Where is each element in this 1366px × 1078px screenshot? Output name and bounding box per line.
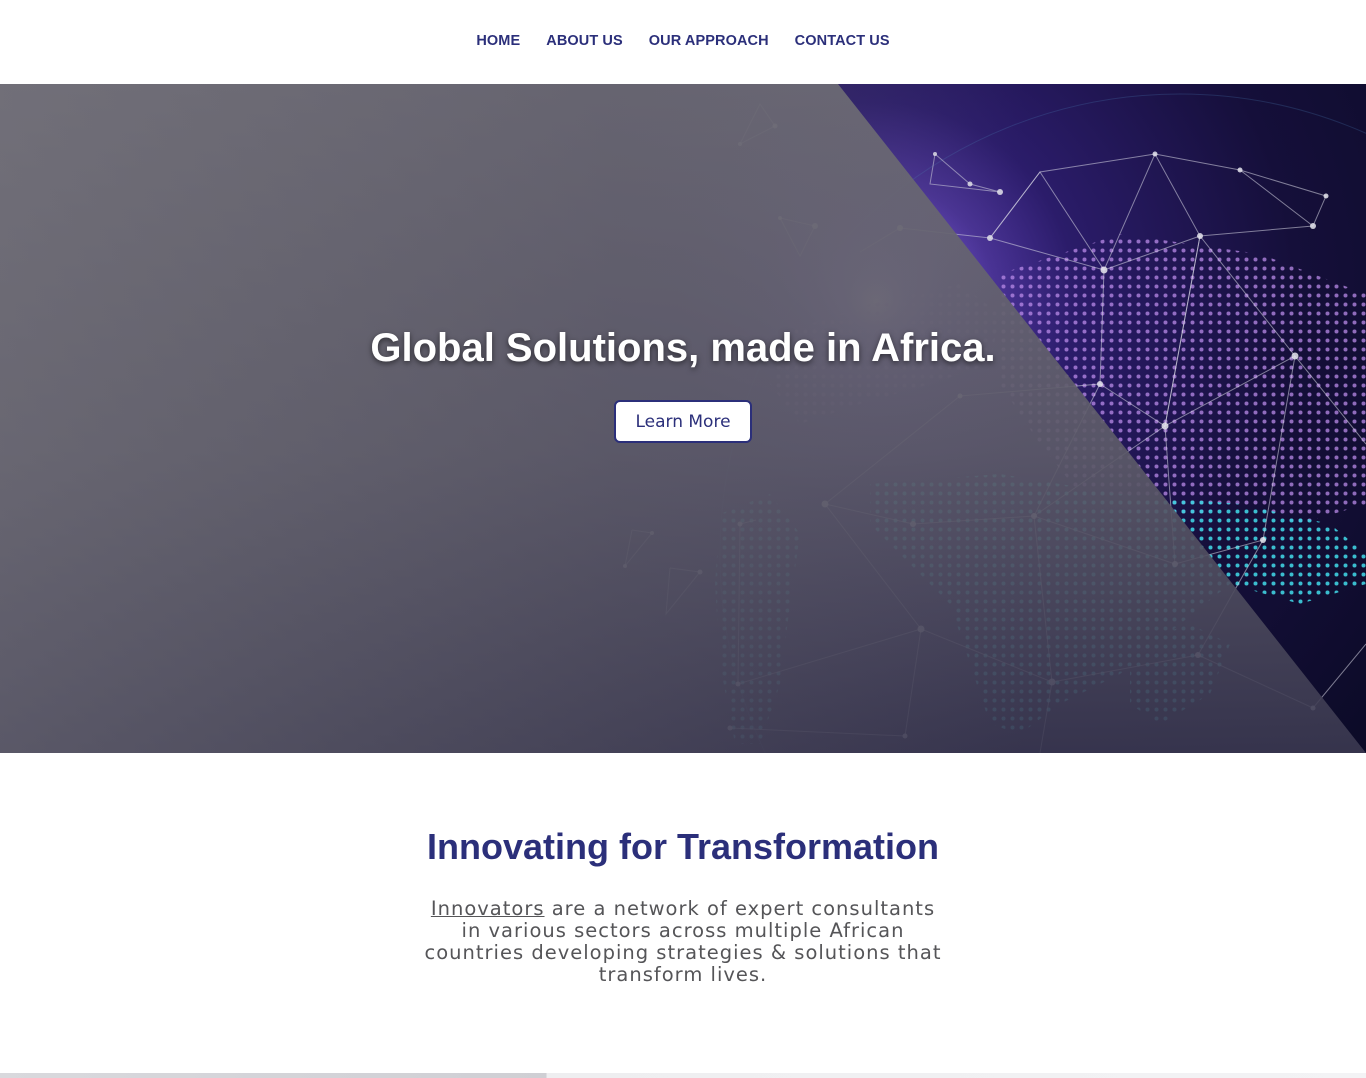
hero-title: Global Solutions, made in Africa. <box>370 326 996 370</box>
nav-item-contact-us: CONTACT US <box>795 32 890 50</box>
learn-more-button[interactable]: Learn More <box>614 400 752 443</box>
section-title: Innovating for Transformation <box>426 826 939 867</box>
nav-link-our-approach[interactable]: OUR APPROACH <box>649 33 769 49</box>
nav-item-about-us: ABOUT US <box>546 32 623 50</box>
nav-menu: HOME ABOUT US OUR APPROACH CONTACT US <box>476 32 889 50</box>
nav-link-contact-us[interactable]: CONTACT US <box>795 33 890 49</box>
nav-item-home: HOME <box>476 32 520 50</box>
nav-link-home[interactable]: HOME <box>476 33 520 49</box>
top-navigation: HOME ABOUT US OUR APPROACH CONTACT US <box>0 0 1366 84</box>
intro-paragraph: Innovators are a network of expert consu… <box>423 898 943 986</box>
innovators-link[interactable]: Innovators <box>431 897 545 920</box>
hero-banner: Global Solutions, made in Africa. Learn … <box>0 84 1366 753</box>
nav-item-our-approach: OUR APPROACH <box>649 32 769 50</box>
next-section-edge <box>0 1073 1366 1078</box>
nav-link-about-us[interactable]: ABOUT US <box>546 33 623 49</box>
